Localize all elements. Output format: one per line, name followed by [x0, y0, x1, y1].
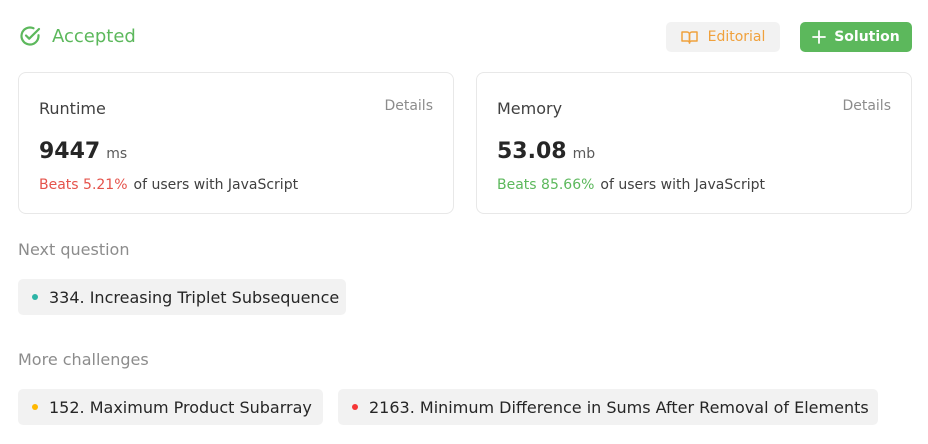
- runtime-value: 9447 ms: [39, 139, 127, 164]
- question-title: 152. Maximum Product Subarray: [49, 397, 312, 417]
- runtime-number: 9447: [39, 139, 101, 164]
- memory-title: Memory: [497, 99, 563, 118]
- runtime-title: Runtime: [39, 99, 106, 118]
- editorial-button[interactable]: Editorial: [666, 22, 780, 52]
- runtime-details-link[interactable]: Details: [384, 98, 433, 114]
- plus-icon: [812, 30, 827, 44]
- status-text: Accepted: [52, 25, 136, 47]
- next-question-item[interactable]: 334. Increasing Triplet Subsequence: [18, 279, 346, 315]
- memory-details-link[interactable]: Details: [842, 98, 891, 114]
- memory-beats-suffix: of users with JavaScript: [600, 177, 765, 193]
- result-header: Accepted Editorial Solution: [18, 22, 912, 54]
- memory-beats: Beats 85.66% of users with JavaScript: [497, 177, 765, 193]
- runtime-beats-suffix: of users with JavaScript: [133, 177, 299, 193]
- runtime-beats-percent: Beats 5.21%: [39, 177, 128, 193]
- book-icon: [680, 30, 698, 44]
- editorial-label: Editorial: [707, 29, 766, 45]
- memory-number: 53.08: [497, 139, 567, 164]
- difficulty-dot: [32, 404, 38, 410]
- runtime-beats: Beats 5.21% of users with JavaScript: [39, 177, 298, 193]
- difficulty-dot: [352, 404, 358, 410]
- status: Accepted: [18, 24, 136, 48]
- question-title: 2163. Minimum Difference in Sums After R…: [369, 397, 869, 417]
- difficulty-dot: [32, 294, 38, 300]
- memory-card[interactable]: Memory Details 53.08 mb Beats 85.66% of u…: [476, 72, 912, 214]
- challenge-item[interactable]: 2163. Minimum Difference in Sums After R…: [338, 389, 878, 425]
- challenge-item[interactable]: 152. Maximum Product Subarray: [18, 389, 323, 425]
- next-question-label: Next question: [18, 240, 130, 259]
- check-circle-icon: [18, 24, 42, 48]
- runtime-card[interactable]: Runtime Details 9447 ms Beats 5.21% of us…: [18, 72, 454, 214]
- memory-beats-percent: Beats 85.66%: [497, 177, 595, 193]
- solution-button[interactable]: Solution: [800, 22, 912, 52]
- solution-label: Solution: [834, 29, 900, 45]
- memory-value: 53.08 mb: [497, 139, 595, 164]
- runtime-unit: ms: [106, 146, 128, 162]
- question-title: 334. Increasing Triplet Subsequence: [49, 287, 340, 307]
- memory-unit: mb: [572, 146, 596, 162]
- more-challenges-label: More challenges: [18, 350, 149, 369]
